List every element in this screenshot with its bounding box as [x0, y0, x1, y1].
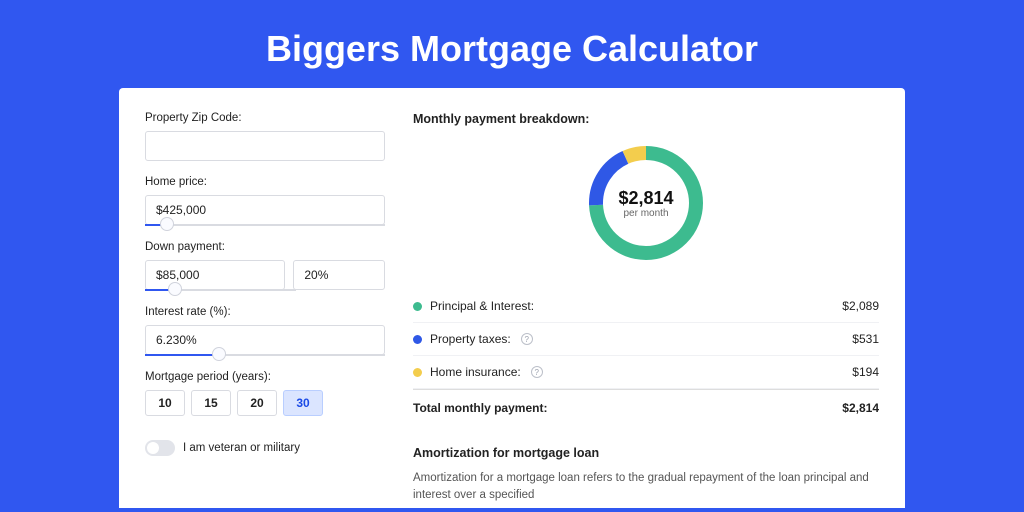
amortization-section: Amortization for mortgage loan Amortizat…	[413, 446, 879, 505]
slider-thumb[interactable]	[168, 282, 182, 296]
rate-field: Interest rate (%):	[145, 306, 385, 356]
period-label: Mortgage period (years):	[145, 371, 385, 383]
toggle-knob	[147, 442, 159, 454]
period-button-15[interactable]: 15	[191, 390, 231, 416]
amortization-title: Amortization for mortgage loan	[413, 446, 879, 460]
down-amount-input[interactable]	[145, 260, 285, 290]
donut-value: $2,814	[618, 188, 673, 209]
home-price-slider[interactable]	[145, 224, 385, 226]
total-row: Total monthly payment: $2,814	[413, 389, 879, 424]
home-price-input[interactable]	[145, 195, 385, 225]
rate-label: Interest rate (%):	[145, 306, 385, 318]
rate-input[interactable]	[145, 325, 385, 355]
period-field: Mortgage period (years): 10152030	[145, 371, 385, 416]
zip-label: Property Zip Code:	[145, 112, 385, 124]
info-icon[interactable]: ?	[521, 333, 533, 345]
veteran-toggle[interactable]	[145, 440, 175, 456]
legend-label: Principal & Interest:	[430, 299, 534, 313]
rate-slider[interactable]	[145, 354, 385, 356]
total-label: Total monthly payment:	[413, 401, 547, 415]
home-price-field: Home price:	[145, 176, 385, 226]
down-payment-field: Down payment:	[145, 241, 385, 291]
down-payment-label: Down payment:	[145, 241, 385, 253]
total-value: $2,814	[842, 401, 879, 415]
home-price-label: Home price:	[145, 176, 385, 188]
slider-thumb[interactable]	[212, 347, 226, 361]
zip-input[interactable]	[145, 131, 385, 161]
donut-center: $2,814 per month	[583, 140, 709, 266]
page-title: Biggers Mortgage Calculator	[0, 0, 1024, 88]
down-pct-input[interactable]	[293, 260, 385, 290]
legend-row-ins: Home insurance:? $194	[413, 356, 879, 389]
zip-field: Property Zip Code:	[145, 112, 385, 161]
donut-chart: $2,814 per month	[413, 140, 879, 266]
legend-value: $2,089	[842, 299, 879, 313]
down-payment-slider[interactable]	[145, 289, 296, 291]
breakdown-panel: Monthly payment breakdown: $2,814 per mo…	[413, 112, 879, 484]
donut-sublabel: per month	[623, 208, 668, 219]
slider-thumb[interactable]	[160, 217, 174, 231]
legend-value: $531	[852, 332, 879, 346]
period-button-30[interactable]: 30	[283, 390, 323, 416]
legend-label: Property taxes:	[430, 332, 511, 346]
input-panel: Property Zip Code: Home price: Down paym…	[145, 112, 385, 484]
info-icon[interactable]: ?	[531, 366, 543, 378]
period-button-10[interactable]: 10	[145, 390, 185, 416]
legend-value: $194	[852, 365, 879, 379]
legend-row-tax: Property taxes:? $531	[413, 323, 879, 356]
legend-dot	[413, 335, 422, 344]
legend-dot	[413, 368, 422, 377]
amortization-text: Amortization for a mortgage loan refers …	[413, 470, 879, 505]
breakdown-title: Monthly payment breakdown:	[413, 112, 879, 126]
calculator-card: Property Zip Code: Home price: Down paym…	[119, 88, 905, 508]
legend-dot	[413, 302, 422, 311]
legend-label: Home insurance:	[430, 365, 521, 379]
veteran-label: I am veteran or military	[183, 442, 300, 454]
period-button-20[interactable]: 20	[237, 390, 277, 416]
legend-row-pi: Principal & Interest: $2,089	[413, 290, 879, 323]
veteran-row: I am veteran or military	[145, 440, 385, 456]
